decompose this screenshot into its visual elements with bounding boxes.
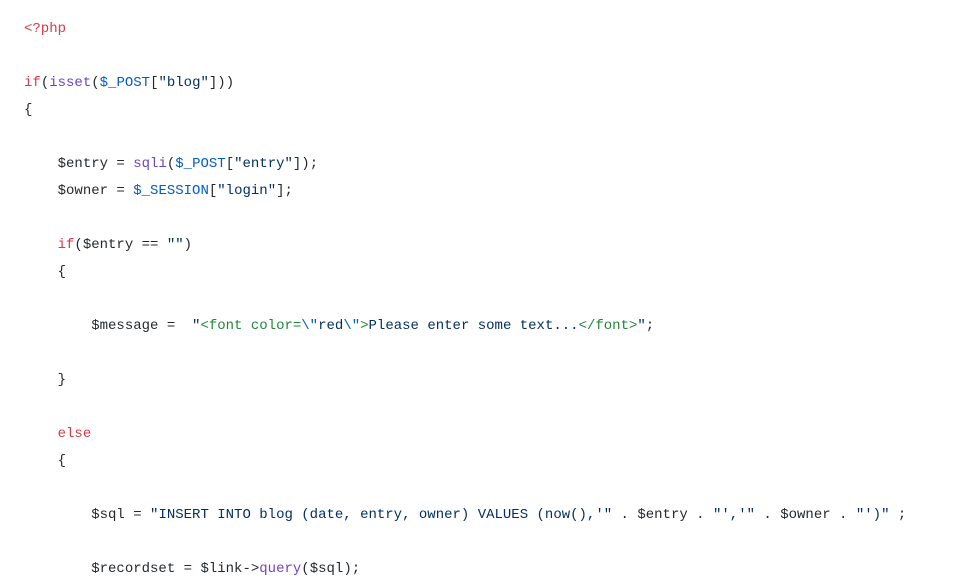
code-token: $_POST xyxy=(175,156,225,172)
code-token: ) xyxy=(184,237,192,253)
code-token: $recordset xyxy=(91,561,175,577)
code-token: ])) xyxy=(209,75,234,91)
code-token: . xyxy=(688,507,713,523)
code-token: $owner xyxy=(58,183,108,199)
code-token: ( xyxy=(74,237,82,253)
code-token: -> xyxy=(242,561,259,577)
code-token xyxy=(24,507,91,523)
code-token: . xyxy=(612,507,637,523)
code-token: } xyxy=(24,372,66,388)
code-token: $link xyxy=(200,561,242,577)
code-line: $message = "<font color=\"red\">Please e… xyxy=(24,318,654,334)
code-token: ]; xyxy=(276,183,293,199)
code-token: </font> xyxy=(579,318,638,334)
code-token: $owner xyxy=(780,507,830,523)
code-line: else xyxy=(24,426,91,442)
code-token: Please enter some text... xyxy=(369,318,579,334)
code-token: " xyxy=(637,318,645,334)
code-token: $_SESSION xyxy=(133,183,209,199)
code-token: ( xyxy=(301,561,309,577)
code-token: == xyxy=(133,237,167,253)
code-line: <?php xyxy=(24,21,66,37)
code-token: if xyxy=(58,237,75,253)
code-token xyxy=(24,183,58,199)
code-token: ); xyxy=(343,561,360,577)
code-token: { xyxy=(24,453,66,469)
code-line: { xyxy=(24,453,66,469)
code-token: query xyxy=(259,561,301,577)
code-token: sqli xyxy=(133,156,167,172)
code-token xyxy=(24,318,91,334)
code-token: ( xyxy=(167,156,175,172)
code-token: $message xyxy=(91,318,158,334)
code-token: $entry xyxy=(83,237,133,253)
code-token: $entry xyxy=(637,507,687,523)
code-block: <?php if(isset($_POST["blog"])) { $entry… xyxy=(0,0,957,585)
code-token xyxy=(24,561,91,577)
code-token: ; xyxy=(646,318,654,334)
code-token xyxy=(24,156,58,172)
code-token: <?php xyxy=(24,21,66,37)
code-token: { xyxy=(24,102,32,118)
code-line: { xyxy=(24,102,32,118)
code-token: ; xyxy=(889,507,906,523)
code-token: if xyxy=(24,75,41,91)
code-token: $_POST xyxy=(100,75,150,91)
code-token: red xyxy=(318,318,343,334)
code-token: <font color= xyxy=(200,318,301,334)
code-token: $sql xyxy=(91,507,125,523)
code-token: "')" xyxy=(856,507,890,523)
code-token: ( xyxy=(91,75,99,91)
code-line: if(isset($_POST["blog"])) xyxy=(24,75,234,91)
code-token: = xyxy=(158,318,192,334)
code-token xyxy=(24,237,58,253)
code-token: $entry xyxy=(58,156,108,172)
code-token: \" xyxy=(301,318,318,334)
code-token: "login" xyxy=(217,183,276,199)
code-line: $entry = sqli($_POST["entry"]); xyxy=(24,156,318,172)
code-token: ( xyxy=(41,75,49,91)
code-token: "" xyxy=(167,237,184,253)
code-token: [ xyxy=(226,156,234,172)
code-token: else xyxy=(58,426,92,442)
code-token: . xyxy=(755,507,780,523)
code-line: if($entry == "") xyxy=(24,237,192,253)
code-line: $owner = $_SESSION["login"]; xyxy=(24,183,293,199)
code-token: = xyxy=(125,507,150,523)
code-token: > xyxy=(360,318,368,334)
code-token: "blog" xyxy=(158,75,208,91)
code-token: $sql xyxy=(310,561,344,577)
code-token: isset xyxy=(49,75,91,91)
code-token: ]); xyxy=(293,156,318,172)
code-token: = xyxy=(108,156,133,172)
code-line: } xyxy=(24,372,66,388)
code-line: $recordset = $link->query($sql); xyxy=(24,561,360,577)
code-token: . xyxy=(831,507,856,523)
code-token: \" xyxy=(343,318,360,334)
code-line: { xyxy=(24,264,66,280)
code-token xyxy=(24,426,58,442)
code-token: = xyxy=(108,183,133,199)
code-token: = xyxy=(175,561,200,577)
code-token: { xyxy=(24,264,66,280)
code-line: $sql = "INSERT INTO blog (date, entry, o… xyxy=(24,507,906,523)
code-token: "entry" xyxy=(234,156,293,172)
code-token: "INSERT INTO blog (date, entry, owner) V… xyxy=(150,507,612,523)
code-token: "','" xyxy=(713,507,755,523)
